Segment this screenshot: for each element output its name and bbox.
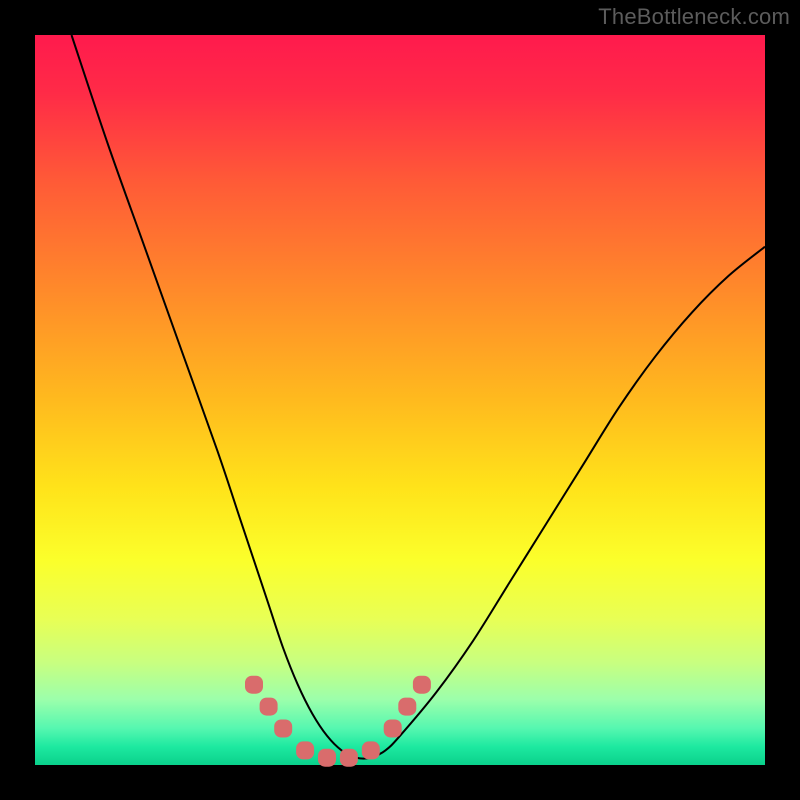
bottleneck-curve bbox=[72, 35, 766, 759]
highlight-point bbox=[362, 741, 380, 759]
highlight-point bbox=[413, 676, 431, 694]
highlight-markers bbox=[245, 676, 431, 767]
watermark-text: TheBottleneck.com bbox=[598, 4, 790, 30]
highlight-point bbox=[274, 720, 292, 738]
plot-area bbox=[35, 35, 765, 765]
highlight-point bbox=[340, 749, 358, 767]
highlight-point bbox=[318, 749, 336, 767]
highlight-point bbox=[398, 698, 416, 716]
highlight-point bbox=[296, 741, 314, 759]
highlight-point bbox=[260, 698, 278, 716]
highlight-point bbox=[245, 676, 263, 694]
highlight-point bbox=[384, 720, 402, 738]
chart-frame: TheBottleneck.com bbox=[0, 0, 800, 800]
curve-layer bbox=[35, 35, 765, 765]
